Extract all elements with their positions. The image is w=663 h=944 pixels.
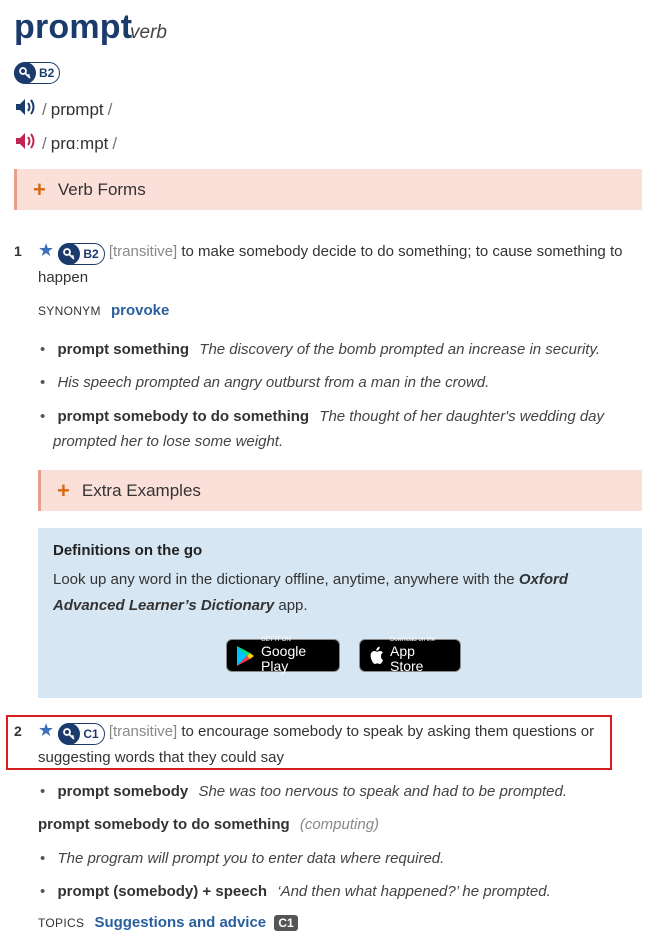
star-icon[interactable]: ★	[38, 240, 54, 260]
promo-text-part: Look up any word in the dictionary offli…	[53, 571, 519, 588]
promo-brand: Oxford	[518, 571, 568, 588]
promo-title: Definitions on the go	[53, 542, 203, 559]
example-item: • His speech prompted an angry outburst …	[40, 374, 490, 391]
example-item: • prompt something The discovery of the …	[40, 341, 601, 358]
level-label: B2	[39, 66, 55, 80]
apple-big-text: App Store	[390, 643, 424, 674]
google-play-icon	[235, 645, 255, 667]
plus-icon: +	[33, 176, 46, 202]
pronunciation-us: / prɑːmpt /	[14, 130, 117, 157]
example-item: • The program will prompt you to enter d…	[40, 850, 445, 867]
collocation: prompt somebody	[57, 783, 189, 800]
example-item: • prompt somebody to do something The th…	[40, 408, 605, 450]
part-of-speech: verb	[130, 22, 167, 43]
collocation: prompt something	[57, 341, 190, 358]
phonetic-us: prɑːmpt	[50, 133, 109, 153]
subject-label: (computing)	[299, 816, 380, 833]
extra-examples-toggle[interactable]: + Extra Examples	[38, 470, 642, 511]
topics-row: TOPICS Suggestions and advice C1	[38, 914, 298, 931]
oxford-key-icon	[14, 62, 36, 84]
collocation: prompt somebody to do something	[57, 408, 310, 425]
example-text: She was too nervous to speak and had to …	[198, 783, 568, 800]
example-text: ‘And then what happened?’ he prompted.	[277, 883, 551, 900]
grammar-label: [transitive]	[108, 243, 178, 260]
verb-forms-label: Verb Forms	[57, 179, 146, 199]
example-text: His speech prompted an angry outburst fr…	[57, 374, 490, 391]
example-item: • prompt somebody She was too nervous to…	[40, 783, 568, 800]
example-text: The discovery of the bomb prompted an in…	[199, 341, 601, 358]
synonym-row: SYNONYM provoke	[38, 302, 169, 319]
promo-text-part: app.	[274, 597, 308, 614]
level-badge[interactable]: B2	[14, 62, 61, 84]
promo-text: Look up any word in the dictionary offli…	[53, 567, 627, 619]
extra-examples-label: Extra Examples	[81, 480, 201, 500]
example-text: The program will prompt you to enter dat…	[57, 850, 445, 867]
definition-text-1: to make somebody decide to do something;…	[181, 243, 623, 260]
example-text: The thought of her daughter's wedding da…	[319, 408, 605, 425]
collocation-heading: prompt somebody to do something (computi…	[38, 812, 379, 837]
headword: prompt	[14, 8, 133, 46]
speaker-red-icon[interactable]	[14, 130, 38, 157]
sense-1-definition: ★ B2 [transitive] to make somebody decid…	[38, 237, 648, 291]
speaker-blue-icon[interactable]	[14, 96, 38, 123]
topic-level-badge: C1	[274, 915, 298, 931]
phonetic-uk: prɒmpt	[50, 99, 104, 119]
apple-icon	[368, 646, 384, 665]
promo-app-name: Advanced Learner’s Dictionary	[53, 597, 275, 614]
example-text-cont: prompted her to lose some weight.	[53, 433, 284, 450]
level-badge[interactable]: B2	[58, 243, 105, 265]
plus-icon: +	[57, 477, 70, 503]
highlight-box	[6, 715, 612, 770]
synonym-link[interactable]: provoke	[111, 302, 169, 319]
collocation: prompt (somebody) + speech	[57, 883, 268, 900]
pronunciation-uk: / prɒmpt /	[14, 96, 112, 123]
synonym-label: SYNONYM	[38, 304, 101, 318]
collocation: prompt somebody to do something	[38, 816, 290, 833]
google-play-button[interactable]: GET IT ON Google Play	[226, 637, 340, 674]
verb-forms-toggle[interactable]: + Verb Forms	[14, 169, 642, 210]
level-label: B2	[83, 247, 99, 261]
google-big-text: Google Play	[261, 643, 307, 674]
definition-text-2: happen	[38, 269, 89, 286]
app-store-button[interactable]: Download on the App Store	[359, 637, 461, 674]
sense-number: 1	[14, 243, 22, 259]
app-promo: Definitions on the go Look up any word i…	[38, 528, 642, 698]
example-item: • prompt (somebody) + speech ‘And then w…	[40, 883, 551, 900]
topic-link[interactable]: Suggestions and advice	[94, 914, 266, 931]
topics-label: TOPICS	[38, 916, 85, 930]
oxford-key-icon	[58, 243, 81, 265]
